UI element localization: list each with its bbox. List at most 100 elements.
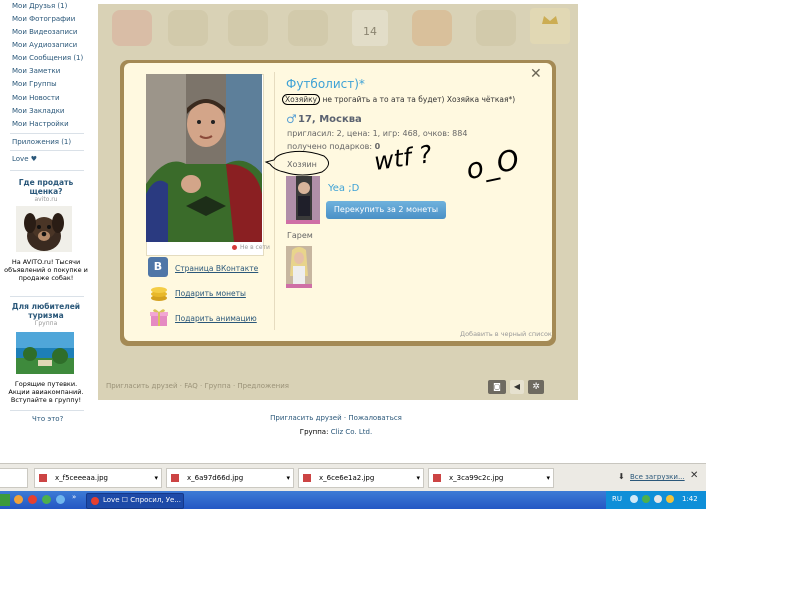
vk-logo-icon[interactable]: B xyxy=(148,257,168,277)
sound-icon[interactable]: ◀ xyxy=(510,380,524,394)
harem-label: Гарем xyxy=(287,231,313,240)
chevron-down-icon[interactable]: ▾ xyxy=(286,469,290,487)
gift-box-icon[interactable] xyxy=(149,307,169,329)
divider xyxy=(10,170,84,171)
tray-icon[interactable] xyxy=(642,495,650,503)
menu-videos[interactable]: Мои Видеозаписи xyxy=(12,28,77,37)
menu-groups[interactable]: Мои Группы xyxy=(12,80,57,89)
menu-messages[interactable]: Мои Сообщения (1) xyxy=(12,54,83,63)
language-indicator[interactable]: RU xyxy=(612,495,622,503)
profile-photo[interactable] xyxy=(146,74,262,242)
vk-page-link[interactable]: Страница ВКонтакте xyxy=(175,264,258,273)
taskbar-window-button[interactable]: Love ☐ Спросил, Уе... xyxy=(86,493,184,509)
rebuy-button[interactable]: Перекупить за 2 монеты xyxy=(326,201,446,219)
chevron-down-icon[interactable]: ▾ xyxy=(546,469,550,487)
quicklaunch-more-icon[interactable]: » xyxy=(72,493,76,501)
clock[interactable]: 1:42 xyxy=(682,495,698,503)
quicklaunch-icon[interactable] xyxy=(56,495,65,504)
heart-icon[interactable] xyxy=(112,10,152,46)
online-status: Не в сети xyxy=(240,244,270,251)
download-filename: x_f5ceeeaa.jpg xyxy=(55,474,108,482)
menu-settings[interactable]: Мои Настройки xyxy=(12,120,69,129)
ad-puppy-title[interactable]: Где продать щенка? xyxy=(4,178,88,196)
chrome-icon xyxy=(91,497,99,505)
jpg-file-icon xyxy=(433,474,441,482)
profile-status: Хозяйку не трогайть а то ата та будет) Х… xyxy=(282,94,516,105)
camera-icon[interactable]: ◙ xyxy=(488,380,506,394)
divider xyxy=(10,150,84,151)
divider xyxy=(10,410,84,411)
download-arrow-icon: ⬇ xyxy=(618,472,625,481)
download-item-partial[interactable] xyxy=(0,468,28,488)
tray-icon[interactable] xyxy=(630,495,638,503)
tray-icon[interactable] xyxy=(666,495,674,503)
chevron-down-icon[interactable]: ▾ xyxy=(154,469,158,487)
jpg-file-icon xyxy=(39,474,47,482)
ad-tourism-sub: Группа xyxy=(34,320,58,327)
menu-news[interactable]: Мои Новости xyxy=(12,94,60,103)
app-footer-links[interactable]: Пригласить друзей · FAQ · Группа · Предл… xyxy=(106,382,289,390)
settings-gear-icon[interactable]: ✲ xyxy=(528,380,544,394)
avatar-icon[interactable] xyxy=(476,10,516,46)
menu-bookmarks[interactable]: Мои Закладки xyxy=(12,107,64,116)
ad-tourism-title[interactable]: Для любителей туризма xyxy=(4,302,88,320)
coins-icon[interactable] xyxy=(149,283,169,305)
ad-puppy-domain: avito.ru xyxy=(34,196,58,203)
owner-name-link[interactable]: Yea ;D xyxy=(328,183,359,194)
give-coins-link[interactable]: Подарить монеты xyxy=(175,289,246,298)
menu-apps[interactable]: Приложения (1) xyxy=(12,138,71,147)
group-link[interactable]: Cliz Co. Ltd. xyxy=(331,428,373,436)
close-icon[interactable]: ✕ xyxy=(530,66,542,82)
all-downloads-link[interactable]: Все загрузки... xyxy=(630,473,685,481)
page-footer-group: Группа: Cliz Co. Ltd. xyxy=(0,428,672,436)
menu-photos[interactable]: Мои Фотографии xyxy=(12,15,75,24)
ad-tourism-text[interactable]: Горящие путевки. Акции авиакомпаний. Вст… xyxy=(4,380,88,404)
menu-notes[interactable]: Мои Заметки xyxy=(12,67,60,76)
jpg-file-icon xyxy=(303,474,311,482)
owner-avatar[interactable] xyxy=(286,176,320,224)
ad-tourism-image[interactable] xyxy=(16,332,74,374)
group-prefix: Группа: xyxy=(299,428,329,436)
close-icon[interactable]: ✕ xyxy=(690,470,698,481)
tray-icon[interactable] xyxy=(654,495,662,503)
owner-label: Хозяин xyxy=(287,160,317,169)
profile-name: Футболист)* xyxy=(286,77,365,91)
download-item[interactable]: x_6a97d66d.jpg ▾ xyxy=(166,468,294,488)
status-text: не трогайть а то ата та будет) Хозяйка ч… xyxy=(322,95,516,104)
menu-audio[interactable]: Мои Аудиозаписи xyxy=(12,41,77,50)
quicklaunch-icon[interactable] xyxy=(14,495,23,504)
download-item[interactable]: x_f5ceeeaa.jpg ▾ xyxy=(34,468,162,488)
person-photo xyxy=(146,74,262,242)
download-item[interactable]: x_3ca99c2c.jpg ▾ xyxy=(428,468,554,488)
ad-puppy-image[interactable] xyxy=(16,206,72,252)
harem-avatar[interactable] xyxy=(286,246,312,288)
quicklaunch-icon[interactable] xyxy=(42,495,51,504)
windows-taskbar: » Love ☐ Спросил, Уе... RU 1:42 xyxy=(0,491,706,509)
give-animation-link[interactable]: Подарить анимацию xyxy=(175,314,257,323)
column-divider xyxy=(274,72,275,330)
page-footer-links[interactable]: Пригласить друзей · Пожаловаться xyxy=(0,414,672,422)
offline-dot-icon xyxy=(232,245,237,250)
crown-icon[interactable] xyxy=(530,8,570,44)
download-item[interactable]: x_6ce6e1a2.jpg ▾ xyxy=(298,468,424,488)
age-city: 17, Москва xyxy=(298,114,362,125)
status-circled-word: Хозяйку xyxy=(282,94,321,105)
male-icon: ♂ xyxy=(286,112,297,126)
menu-love-app[interactable]: Love ♥ xyxy=(12,155,37,164)
downloads-bar: x_f5ceeeaa.jpg ▾ x_6a97d66d.jpg ▾ x_6ce6… xyxy=(0,463,706,491)
vk-sidebar: Мои Друзья (1) Мои Фотографии Мои Видеоз… xyxy=(0,0,92,430)
start-button-partial[interactable] xyxy=(0,494,10,506)
chevron-down-icon[interactable]: ▾ xyxy=(416,469,420,487)
glasses-icon[interactable] xyxy=(228,10,268,46)
gift-icon[interactable] xyxy=(412,10,452,46)
calendar-icon[interactable]: 14 xyxy=(352,10,388,46)
download-filename: x_6a97d66d.jpg xyxy=(187,474,244,482)
ad-puppy-text[interactable]: На AVITO.ru! Тысячи объявлений о покупке… xyxy=(4,258,88,282)
rose-icon[interactable] xyxy=(288,10,328,46)
divider xyxy=(10,296,84,297)
menu-friends[interactable]: Мои Друзья (1) xyxy=(12,2,67,11)
blacklist-link[interactable]: Добавить в черный список xyxy=(460,330,552,338)
chrome-icon[interactable] xyxy=(28,495,37,504)
thumb-icon[interactable] xyxy=(168,10,208,46)
beach-picture xyxy=(16,332,74,374)
